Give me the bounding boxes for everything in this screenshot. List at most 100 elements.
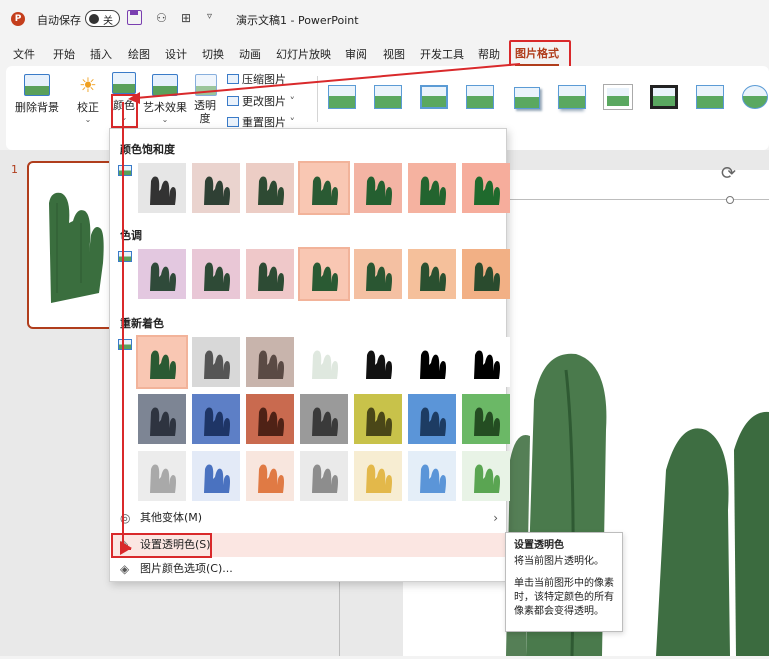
picture-style-10[interactable]: [740, 83, 769, 111]
section-title-saturation: 颜色饱和度: [120, 143, 175, 156]
corrections-button[interactable]: ☀ 校正 ⌄: [72, 74, 104, 124]
cactus-thumbnail-icon: [258, 464, 284, 493]
saturation-icon: [118, 165, 132, 176]
thumbnail-cactus-image: [49, 192, 104, 303]
chevron-right-icon: ›: [493, 511, 498, 525]
cactus-thumbnail-icon: [420, 176, 446, 205]
picture-style-9[interactable]: [694, 83, 726, 111]
color-swatch[interactable]: [192, 249, 240, 299]
color-swatch[interactable]: [246, 163, 294, 213]
cactus-thumbnail-icon: [312, 350, 338, 379]
tooltip-line-1: 将当前图片透明化。: [514, 556, 604, 567]
color-swatch[interactable]: [298, 161, 350, 215]
slide-number: 1: [11, 163, 18, 176]
resize-handle[interactable]: [726, 196, 734, 204]
color-swatch[interactable]: [246, 337, 294, 387]
document-title: 演示文稿1 - PowerPoint: [236, 14, 359, 27]
chevron-down-icon: ⌄: [161, 115, 169, 124]
color-swatch[interactable]: [192, 337, 240, 387]
autosave-toggle[interactable]: 关: [85, 10, 120, 27]
save-icon[interactable]: [127, 10, 142, 25]
cactus-thumbnail-icon: [420, 262, 446, 291]
tooltip-title: 设置透明色: [514, 540, 564, 551]
annotation-arrowhead: [120, 541, 132, 555]
color-swatch[interactable]: [354, 249, 402, 299]
cactus-thumbnail-icon: [150, 262, 176, 291]
picture-style-6[interactable]: [556, 83, 588, 111]
color-swatch[interactable]: [300, 451, 348, 501]
more-variations-label: 其他变体(M): [140, 511, 203, 524]
color-swatch[interactable]: [462, 249, 510, 299]
paint-bucket-icon: ◈: [120, 562, 130, 576]
color-swatch[interactable]: [354, 337, 402, 387]
annotation-arrow: [128, 63, 521, 104]
tab-home[interactable]: 开始: [53, 46, 75, 62]
cactus-thumbnail-icon: [366, 262, 392, 291]
color-swatch[interactable]: [408, 451, 456, 501]
color-swatch[interactable]: [408, 337, 456, 387]
color-swatch[interactable]: [138, 249, 186, 299]
cactus-thumbnail-icon: [366, 464, 392, 493]
title-bar: P 自动保存 关 ⚇ ⊞ ▿ 演示文稿1 - PowerPoint: [0, 0, 769, 38]
color-swatch[interactable]: [354, 163, 402, 213]
cactus-thumbnail-icon: [150, 464, 176, 493]
color-swatch[interactable]: [298, 247, 350, 301]
cactus-thumbnail-icon: [204, 350, 230, 379]
cactus-thumbnail-icon: [366, 350, 392, 379]
corrections-label: 校正: [77, 101, 99, 114]
cactus-thumbnail-icon: [150, 176, 176, 205]
color-swatch[interactable]: [136, 335, 188, 389]
remove-background-label: 删除背景: [15, 101, 59, 114]
picture-color-options-item[interactable]: ◈ 图片颜色选项(C)...: [112, 557, 506, 581]
color-swatch[interactable]: [138, 451, 186, 501]
layout-icon[interactable]: ⊞: [181, 11, 191, 25]
color-swatch[interactable]: [192, 451, 240, 501]
color-swatch[interactable]: [408, 249, 456, 299]
color-dropdown-menu: 颜色饱和度 色调 重新着色 ◎ 其他变体(M) › ✎ 设置透明色(S) ◈ 图…: [109, 128, 510, 582]
cactus-thumbnail-icon: [312, 407, 338, 436]
color-swatch[interactable]: [138, 163, 186, 213]
cactus-thumbnail-icon: [312, 262, 338, 291]
color-swatch[interactable]: [246, 249, 294, 299]
picture-style-8[interactable]: [648, 83, 680, 111]
cactus-thumbnail-icon: [204, 407, 230, 436]
slide-thumbnail[interactable]: [27, 161, 115, 329]
color-swatch[interactable]: [354, 451, 402, 501]
color-swatch[interactable]: [462, 163, 510, 213]
cactus-thumbnail-icon: [258, 407, 284, 436]
remove-background-button[interactable]: 删除背景: [14, 74, 60, 115]
cactus-thumbnail-icon: [474, 464, 500, 493]
color-swatch[interactable]: [246, 451, 294, 501]
picture-style-7[interactable]: [602, 83, 634, 111]
reset-picture-icon: [227, 117, 239, 127]
color-swatch[interactable]: [300, 337, 348, 387]
color-swatch[interactable]: [354, 394, 402, 444]
color-swatch[interactable]: [462, 337, 510, 387]
customize-icon[interactable]: ▿: [207, 11, 212, 22]
color-swatch[interactable]: [408, 394, 456, 444]
cactus-thumbnail-icon: [474, 176, 500, 205]
color-swatch[interactable]: [462, 451, 510, 501]
color-swatch[interactable]: [246, 394, 294, 444]
toggle-knob: [89, 14, 99, 24]
tooltip-set-transparent: 设置透明色 将当前图片透明化。 单击当前图形中的像素时，该特定颜色的所有像素都会…: [505, 532, 623, 632]
color-swatch[interactable]: [138, 394, 186, 444]
color-swatch[interactable]: [462, 394, 510, 444]
color-swatch[interactable]: [192, 163, 240, 213]
rotate-handle-icon[interactable]: ⟳: [721, 163, 736, 184]
color-swatch[interactable]: [300, 394, 348, 444]
color-swatch[interactable]: [408, 163, 456, 213]
cactus-thumbnail-icon: [204, 464, 230, 493]
tab-file[interactable]: 文件: [13, 46, 35, 62]
color-swatch[interactable]: [192, 394, 240, 444]
cactus-thumbnail-icon: [312, 464, 338, 493]
cactus-thumbnail-icon: [258, 262, 284, 291]
annotation-line-vertical: [122, 102, 124, 550]
cactus-thumbnail-icon: [420, 407, 446, 436]
picture-color-options-label: 图片颜色选项(C)...: [140, 562, 233, 575]
cactus-thumbnail-icon: [150, 350, 176, 379]
cactus-thumbnail-icon: [150, 407, 176, 436]
tab-insert[interactable]: 插入: [90, 46, 112, 62]
person-icon[interactable]: ⚇: [156, 11, 167, 25]
more-variations-item[interactable]: ◎ 其他变体(M) ›: [112, 506, 506, 530]
